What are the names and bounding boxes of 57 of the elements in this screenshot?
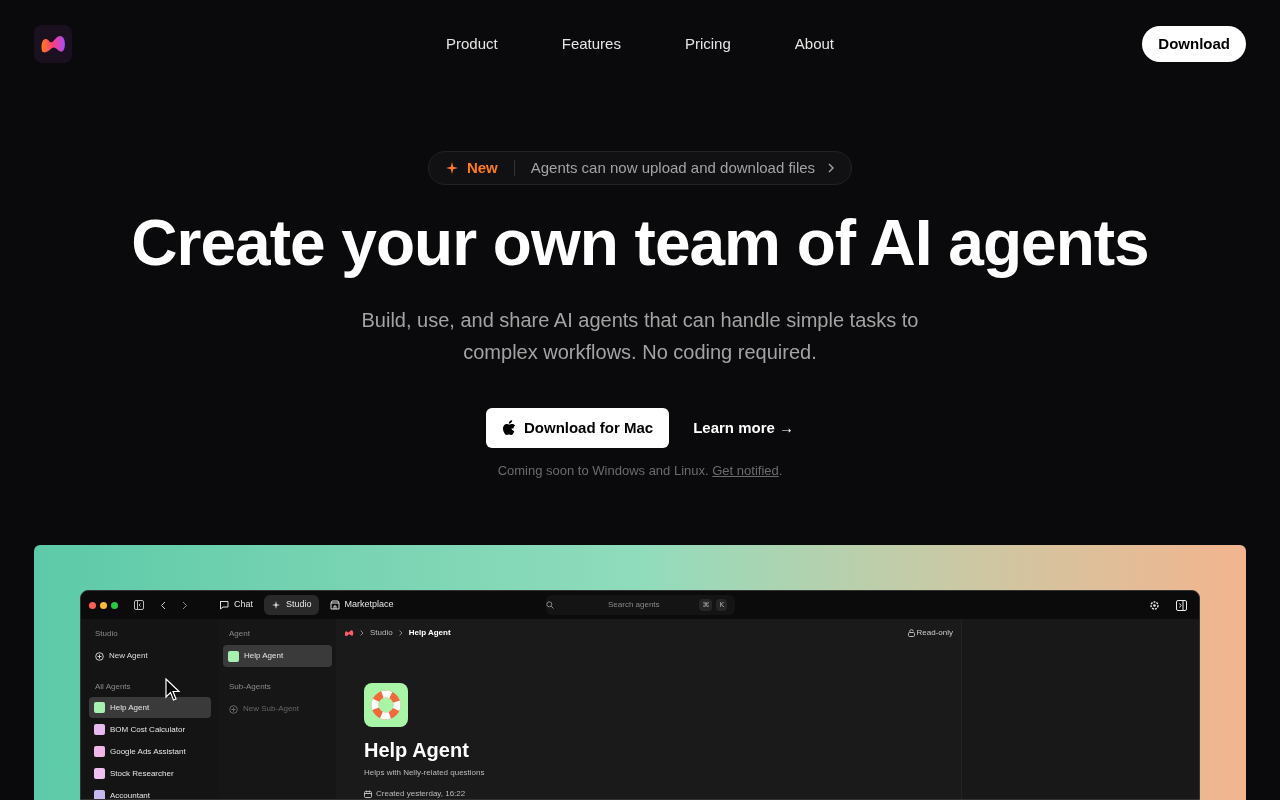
new-label: New [466,157,498,178]
chat-bubble-icon [219,600,229,610]
app-tab[interactable]: Marketplace [322,595,401,615]
back-icon[interactable] [160,600,166,610]
plus-circle-icon [229,704,238,714]
agent-item[interactable]: Help Agent [223,645,332,667]
nav-link[interactable]: Pricing [684,32,731,56]
mouse-cursor-icon [165,678,181,702]
breadcrumb-link[interactable]: Help Agent [408,627,451,639]
nav-link[interactable]: About [794,32,834,56]
agent-list-item[interactable]: Stock Researcher [89,763,211,784]
agent-name: Help Agent [364,738,470,763]
agent-list-item[interactable]: BOM Cost Calculator [89,719,211,740]
availability-note: Coming soon to Windows and Linux. Get notified. [497,463,783,479]
store-icon [329,600,340,610]
download-for-mac-button[interactable]: Download for Mac [485,408,670,448]
chevron-right-icon [360,630,364,636]
search-icon [546,601,554,609]
calendar-icon [364,790,372,798]
announcement-pill[interactable]: New Agents can now upload and download files [427,151,853,185]
plus-circle-icon [95,651,104,661]
search-placeholder: Search agents [607,599,660,611]
panel-heading: Sub-Agents [228,681,272,693]
section-heading: All Agents [94,681,132,693]
settings-icon[interactable] [1149,599,1160,611]
chevron-right-icon [398,630,403,636]
get-notified-link[interactable]: Get notified [712,463,779,478]
nav-link[interactable]: Product [446,32,498,56]
logo-icon[interactable] [34,25,72,63]
announcement-text: Agents can now upload and download files [530,157,816,178]
sidebar-heading: Studio [94,628,119,640]
created-date: Created yesterday, 16:22 [376,788,466,799]
panel-toggle-icon[interactable] [1176,599,1187,611]
hero-subtitle: Build, use, and share AI agents that can handle simple tasks to complex workflows. No coding required. [360,308,920,365]
agent-list-item[interactable]: Google Ads Assistant [89,741,211,762]
read-only-label: Read-only [916,627,953,639]
agent-list-item[interactable]: Accountant [89,785,211,799]
agent-list-item[interactable]: Help Agent [89,697,211,718]
sidebar-toggle-icon[interactable] [134,600,144,610]
app-tab[interactable]: Studio [264,595,319,615]
app-tab[interactable]: Chat [212,595,260,615]
agent-description: Helps with Nelly-related questions [364,767,486,779]
agent-avatar-icon [228,650,239,662]
download-button[interactable]: Download [1142,26,1246,62]
logo-icon [344,629,354,637]
chevron-right-icon [827,163,836,173]
learn-more-link[interactable]: Learn more → [693,416,794,440]
nav-link[interactable]: Features [561,32,621,56]
lifebuoy-icon [364,683,408,727]
lock-icon [907,629,915,637]
breadcrumb-link[interactable]: Studio [370,627,393,639]
new-agent-button[interactable]: New Agent [89,645,154,667]
panel-heading: Agent [228,628,251,640]
apple-icon [501,420,516,436]
sparkle-icon [271,600,281,610]
hero-title: Create your own team of AI agents [131,206,1149,281]
forward-icon[interactable] [182,600,188,610]
